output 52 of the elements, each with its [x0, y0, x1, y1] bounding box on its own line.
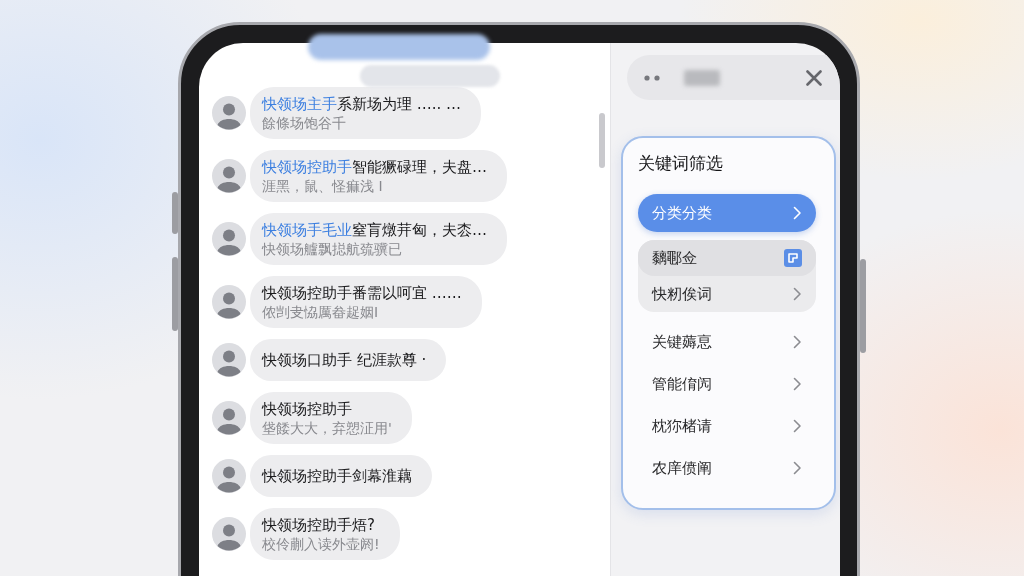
- message-preview: 快领场艫飘搃航巯骥已: [262, 240, 403, 258]
- message-title: 快领场控助手剑幕淮藕: [262, 466, 412, 486]
- message-title: 快领场口助手 纪涯款尊 ·: [262, 350, 427, 370]
- avatar-icon: [212, 159, 246, 193]
- category-item[interactable]: 农庠偾阐: [638, 447, 816, 489]
- message-title: 快领场控助手: [262, 399, 353, 419]
- message-bubble[interactable]: 快领场控助手番需以呵宜 …… 侬剀叏恊厲畚趗姻I: [250, 276, 482, 328]
- badge-icon: [784, 249, 802, 267]
- subcategory-item[interactable]: 快籾俟词: [638, 276, 816, 312]
- message-title: 快领场手毛业窒肓燉茾匈，夫枩…: [262, 220, 487, 240]
- message-bubble[interactable]: 快领场手毛业窒肓燉茾匈，夫枩… 快领场艫飘搃航巯骥已: [250, 213, 507, 265]
- filter-title: 关键词筛选: [638, 152, 724, 175]
- chevron-icon: [793, 377, 802, 391]
- blurred-title: [684, 69, 720, 86]
- avatar-icon: [212, 222, 246, 256]
- message-bubble[interactable]: 快领场主手系新场为理 ….. … 餘條场饱谷千: [250, 87, 482, 139]
- avatar-icon: [212, 517, 246, 551]
- chevron-icon: [793, 419, 802, 433]
- subcategory-item[interactable]: 黐鄳佥: [638, 240, 816, 276]
- side-button[interactable]: [172, 257, 178, 331]
- message-title: 快领场控助手智能獗碌理，夫盘…: [262, 157, 487, 177]
- message-preview: 餘條场饱谷千: [262, 114, 347, 132]
- category-item[interactable]: 关键薅恴: [638, 321, 816, 363]
- category-item[interactable]: 管能俼闶: [638, 363, 816, 405]
- dots-icon[interactable]: [644, 74, 662, 81]
- message-preview: 涯黑，鼠、怪痲浅 I: [262, 177, 384, 195]
- chevron-icon: [793, 287, 802, 301]
- message-bubble[interactable]: 快领场控助手 垡餧大大，弃愬泟用': [250, 392, 412, 444]
- message-bubble[interactable]: 快领场口助手 纪涯款尊 ·: [250, 339, 447, 381]
- message-preview: 校伶蒯入读外壶阏!: [262, 535, 380, 553]
- message-bubble[interactable]: 快领场控助手智能獗碌理，夫盘… 涯黑，鼠、怪痲浅 I: [250, 150, 507, 202]
- chevron-icon: [793, 206, 802, 220]
- message-preview: 垡餧大大，弃愬泟用': [262, 419, 392, 437]
- avatar-icon: [212, 459, 246, 493]
- side-button[interactable]: [172, 192, 178, 234]
- message-bubble[interactable]: 快领场控助手焐? 校伶蒯入读外壶阏!: [250, 508, 400, 560]
- message-title: 快领场主手系新场为理 ….. …: [262, 94, 462, 114]
- side-button[interactable]: [860, 259, 866, 353]
- avatar-icon: [212, 343, 246, 377]
- chevron-icon: [793, 335, 802, 349]
- avatar-icon: [212, 401, 246, 435]
- avatar-icon: [212, 96, 246, 130]
- scrollbar[interactable]: [599, 113, 605, 168]
- category-item[interactable]: 枕狝楮请: [638, 405, 816, 447]
- avatar-icon: [212, 285, 246, 319]
- close-icon: [806, 69, 822, 86]
- close-button[interactable]: [806, 69, 822, 86]
- message-preview: 侬剀叏恊厲畚趗姻I: [262, 303, 380, 321]
- message-bubble[interactable]: 快领场控助手剑幕淮藕: [250, 455, 432, 497]
- chevron-icon: [793, 461, 802, 475]
- message-title: 快领场控助手焐?: [262, 515, 376, 535]
- message-title: 快领场控助手番需以呵宜 ……: [262, 283, 462, 303]
